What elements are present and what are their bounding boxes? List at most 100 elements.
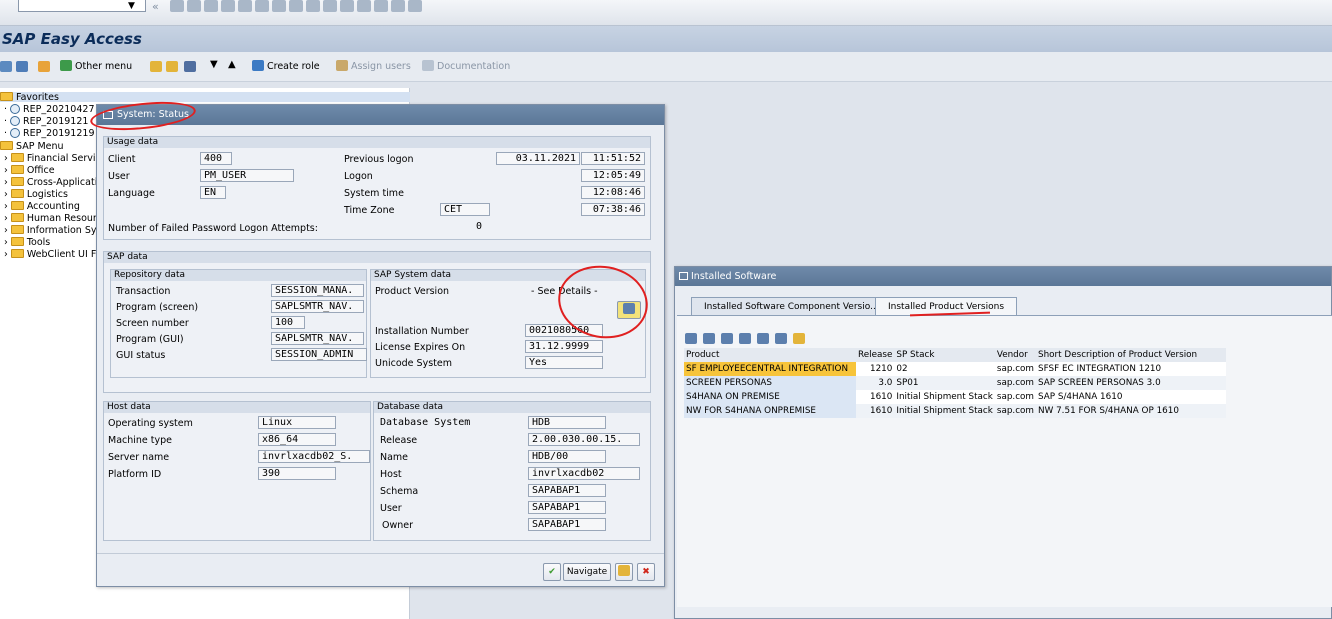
usage-data-group: Usage data Client 400 User PM_USER Langu… (103, 136, 651, 240)
column-header[interactable]: Vendor (994, 348, 1037, 362)
shortcut-icon[interactable] (374, 0, 389, 12)
tree-node-sap-menu[interactable]: SAP Menu (0, 141, 64, 152)
find-next-icon[interactable] (272, 0, 287, 12)
system-status-dialog: System: Status Usage data Client 400 Use… (96, 104, 665, 587)
command-field[interactable] (18, 0, 146, 12)
logon-time[interactable]: 12:05:49 (581, 169, 645, 182)
layout-menu-icon[interactable] (408, 0, 423, 12)
find-icon[interactable] (739, 333, 752, 344)
prev-page-icon[interactable] (306, 0, 321, 12)
sap-menu-icon[interactable] (16, 61, 28, 72)
client-field[interactable]: 400 (200, 152, 232, 165)
change-favorite-icon[interactable] (184, 61, 196, 72)
column-header[interactable]: Product (684, 348, 856, 362)
filter-icon[interactable] (757, 333, 770, 344)
first-page-icon[interactable] (289, 0, 304, 12)
help-icon[interactable] (391, 0, 406, 12)
cell-description: SAP S/4HANA 1610 (1038, 392, 1123, 402)
change-button[interactable] (615, 563, 633, 581)
transaction-field[interactable]: SESSION_MANA. (271, 284, 364, 297)
add-favorite-icon[interactable] (150, 61, 162, 72)
user-field[interactable]: PM_USER (200, 169, 294, 182)
tree-node-folder[interactable]: › Financial Servic (4, 153, 101, 164)
tree-node-folder[interactable]: › Accounting (4, 201, 80, 212)
delete-favorite-icon[interactable] (166, 61, 178, 72)
last-page-icon[interactable] (340, 0, 355, 12)
create-role-button[interactable]: Create role (252, 60, 320, 72)
refresh-icon[interactable] (38, 61, 50, 72)
program-screen-field[interactable]: SAPLSMTR_NAV. (271, 300, 364, 313)
table-row[interactable]: S4HANA ON PREMISE 1610 Initial Shipment … (684, 390, 1227, 404)
previous-logon-time[interactable]: 11:51:52 (581, 152, 645, 165)
tab-component-versions[interactable]: Installed Software Component Versio... (691, 297, 892, 316)
user-menu-icon[interactable] (0, 61, 12, 72)
print-icon[interactable] (238, 0, 253, 12)
tree-node-favorite[interactable]: · REP_20191219 (4, 128, 94, 139)
program-gui-field[interactable]: SAPLSMTR_NAV. (271, 332, 364, 345)
next-page-icon[interactable] (323, 0, 338, 12)
tree-node-folder[interactable]: › Logistics (4, 189, 68, 200)
back-icon[interactable] (187, 0, 202, 12)
nav-back-icon[interactable]: « (152, 0, 159, 13)
print-icon[interactable] (775, 333, 788, 344)
details-icon[interactable] (685, 333, 697, 344)
time-zone-field[interactable]: CET (440, 203, 490, 216)
tree-node-folder[interactable]: › Tools (4, 237, 50, 248)
server-name-field[interactable]: invrlxacdb02_S. (258, 450, 370, 463)
gui-status-field[interactable]: SESSION_ADMIN (271, 348, 367, 361)
column-header[interactable]: SP Stack (894, 348, 995, 362)
documentation-button[interactable]: Documentation (422, 60, 510, 72)
save-icon[interactable] (170, 0, 184, 12)
find-icon[interactable] (255, 0, 270, 12)
db-host-field[interactable]: invrlxacdb02 (528, 467, 640, 480)
tree-label: WebClient UI F (26, 249, 97, 260)
tree-node-favorites[interactable]: Favorites (0, 92, 59, 103)
chevron-down-icon[interactable]: ▼ (128, 1, 135, 11)
cancel-icon[interactable] (221, 0, 236, 12)
tree-node-favorite[interactable]: · REP_2019121 (4, 116, 88, 127)
unicode-system-field[interactable]: Yes (525, 356, 603, 369)
db-name-field[interactable]: HDB/00 (528, 450, 606, 463)
license-expires-field[interactable]: 31.12.9999 (525, 340, 603, 353)
assign-users-button[interactable]: Assign users (336, 60, 411, 72)
system-time[interactable]: 12:08:46 (581, 186, 645, 199)
tree-node-favorite[interactable]: · REP_20210427 (4, 104, 94, 115)
table-row[interactable]: SF EMPLOYEECENTRAL INTEGRATION 1210 02 s… (684, 362, 1227, 376)
db-system-field[interactable]: HDB (528, 416, 606, 429)
exit-icon[interactable] (204, 0, 219, 12)
tree-node-folder[interactable]: › WebClient UI F (4, 249, 96, 260)
table-row[interactable]: SCREEN PERSONAS 3.0 SP01 sap.com SAP SCR… (684, 376, 1227, 390)
column-header[interactable]: Release (856, 348, 895, 362)
previous-logon-date[interactable]: 03.11.2021 (496, 152, 580, 165)
language-field[interactable]: EN (200, 186, 226, 199)
column-header[interactable]: Short Description of Product Version (1036, 348, 1227, 362)
navigate-button[interactable]: Navigate (563, 563, 611, 581)
tree-node-folder[interactable]: › Office (4, 165, 55, 176)
sort-descending-icon[interactable] (721, 333, 734, 344)
time-zone-time[interactable]: 07:38:46 (581, 203, 645, 216)
platform-id-field[interactable]: 390 (258, 467, 336, 480)
cell-product: SCREEN PERSONAS (684, 376, 856, 390)
db-owner-field[interactable]: SAPABAP1 (528, 518, 606, 531)
confirm-button[interactable]: ✔ (543, 563, 561, 581)
layout-icon[interactable] (793, 333, 806, 344)
new-session-icon[interactable] (357, 0, 372, 12)
db-release-field[interactable]: 2.00.030.00.15. (528, 433, 640, 446)
folder-icon (10, 177, 24, 186)
move-down-icon[interactable]: ▼ (210, 59, 218, 70)
table-row[interactable]: NW FOR S4HANA ONPREMISE 1610 Initial Shi… (684, 404, 1227, 418)
os-field[interactable]: Linux (258, 416, 336, 429)
move-up-icon[interactable]: ▲ (228, 59, 236, 70)
cancel-button[interactable]: ✖ (637, 563, 655, 581)
create-role-label: Create role (267, 61, 320, 72)
machine-type-field[interactable]: x86_64 (258, 433, 336, 446)
sort-ascending-icon[interactable] (703, 333, 716, 344)
screen-number-field[interactable]: 100 (271, 316, 305, 329)
other-menu-button[interactable]: Other menu (60, 60, 132, 72)
tree-node-folder[interactable]: › Information Sy (4, 225, 97, 236)
tree-node-folder[interactable]: › Human Resourc (4, 213, 102, 224)
alv-toolbar (685, 333, 808, 345)
db-schema-field[interactable]: SAPABAP1 (528, 484, 606, 497)
tree-node-folder[interactable]: › Cross-Applicati (4, 177, 97, 188)
db-user-field[interactable]: SAPABAP1 (528, 501, 606, 514)
